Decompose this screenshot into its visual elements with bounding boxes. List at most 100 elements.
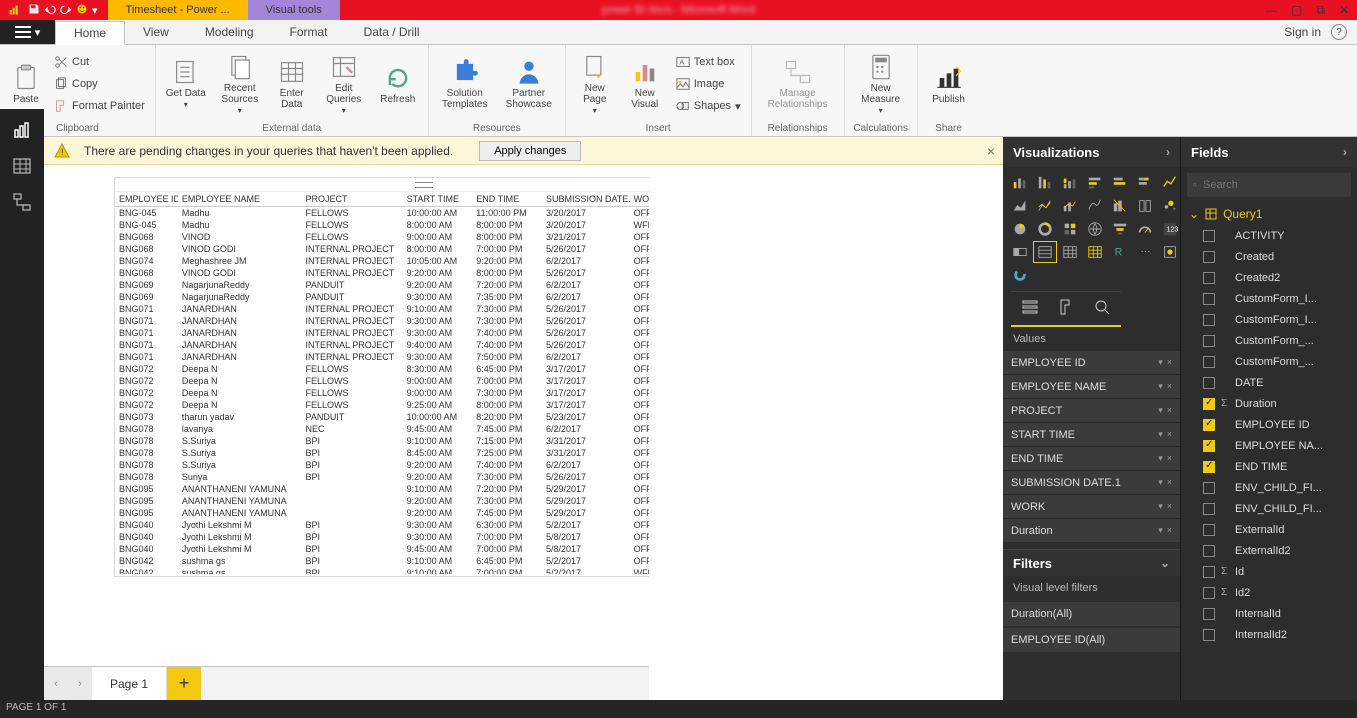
new-visual-button[interactable]: New Visual <box>622 49 668 119</box>
field-item[interactable]: END TIME <box>1181 456 1357 477</box>
viz-type-icon[interactable] <box>1109 173 1131 193</box>
viz-type-icon[interactable]: 123 <box>1159 219 1181 239</box>
contextual-tab-visual-tools[interactable]: Visual tools <box>248 0 340 20</box>
table-row[interactable]: BNG040Jyothi Lekshmi MBPI9:30:00 AM7:00:… <box>115 531 649 543</box>
table-row[interactable]: BNG071JANARDHANINTERNAL PROJECT9:30:00 A… <box>115 351 649 363</box>
query-header[interactable]: ⌄Query1 <box>1181 203 1357 225</box>
checkbox[interactable] <box>1203 419 1215 431</box>
table-row[interactable]: BNG072Deepa NFELLOWS8:30:00 AM6:45:00 PM… <box>115 363 649 375</box>
filters-header[interactable]: Filters⌄ <box>1003 550 1180 576</box>
save-icon[interactable] <box>28 3 40 18</box>
field-item[interactable]: InternalId2 <box>1181 624 1357 645</box>
column-header[interactable]: EMPLOYEE NAME <box>178 192 302 207</box>
field-item[interactable]: CustomForm_I... <box>1181 288 1357 309</box>
page-tab-1[interactable]: Page 1 <box>92 667 167 700</box>
table-row[interactable]: BNG078lavanyaNEC9:45:00 AM7:45:00 PM6/2/… <box>115 423 649 435</box>
field-item[interactable]: EMPLOYEE NA... <box>1181 435 1357 456</box>
fields-tab-icon[interactable] <box>1021 298 1039 319</box>
publish-button[interactable]: Publish <box>924 49 974 119</box>
checkbox[interactable] <box>1203 482 1215 494</box>
column-header[interactable]: START TIME <box>403 192 473 207</box>
chevron-down-icon[interactable]: ▾ <box>1158 357 1163 368</box>
help-icon[interactable]: ? <box>1331 24 1347 40</box>
image-button[interactable]: Image <box>672 74 745 94</box>
viz-type-icon[interactable] <box>1109 196 1131 216</box>
fields-header[interactable]: Fields› <box>1181 137 1357 167</box>
chevron-down-icon[interactable]: ▾ <box>1158 453 1163 464</box>
field-item[interactable]: ACTIVITY <box>1181 225 1357 246</box>
field-item[interactable]: CustomForm_... <box>1181 351 1357 372</box>
checkbox[interactable] <box>1203 335 1215 347</box>
add-page-button[interactable]: + <box>167 667 201 701</box>
checkbox[interactable] <box>1203 587 1215 599</box>
smiley-icon[interactable] <box>76 3 88 18</box>
checkbox[interactable] <box>1203 524 1215 536</box>
search-input[interactable] <box>1203 179 1345 191</box>
remove-icon[interactable]: × <box>1167 429 1172 440</box>
column-header[interactable]: EMPLOYEE ID <box>115 192 178 207</box>
remove-icon[interactable]: × <box>1167 525 1172 536</box>
field-item[interactable]: DATE <box>1181 372 1357 393</box>
viz-type-icon[interactable] <box>1034 196 1056 216</box>
viz-type-icon[interactable]: R <box>1109 242 1131 262</box>
page-next-button[interactable]: › <box>68 667 92 701</box>
viz-type-icon[interactable] <box>1134 196 1156 216</box>
apply-changes-button[interactable]: Apply changes <box>479 141 581 161</box>
table-row[interactable]: BNG068VINOD GODIINTERNAL PROJECT9:20:00 … <box>115 267 649 279</box>
checkbox[interactable] <box>1203 398 1215 410</box>
enter-data-button[interactable]: Enter Data <box>270 49 314 119</box>
report-canvas[interactable]: ⛶ ⋯ EMPLOYEE IDEMPLOYEE NAMEPROJECTSTART… <box>74 173 619 650</box>
table-row[interactable]: BNG068VINODFELLOWS9:00:00 AM8:00:00 PM3/… <box>115 231 649 243</box>
copy-button[interactable]: Copy <box>50 74 149 94</box>
field-item[interactable]: ExternalId2 <box>1181 540 1357 561</box>
edit-queries-button[interactable]: Edit Queries▾ <box>318 49 370 119</box>
field-well[interactable]: EMPLOYEE ID▾× <box>1003 351 1180 375</box>
format-tab-icon[interactable] <box>1057 298 1075 319</box>
viz-type-icon[interactable] <box>1159 173 1181 193</box>
checkbox[interactable] <box>1203 503 1215 515</box>
viz-type-icon[interactable] <box>1009 265 1031 285</box>
fields-search[interactable] <box>1187 173 1351 197</box>
partner-showcase-button[interactable]: Partner Showcase <box>499 49 559 119</box>
checkbox[interactable] <box>1203 230 1215 242</box>
viz-type-icon[interactable] <box>1034 242 1056 262</box>
viz-type-icon[interactable] <box>1084 173 1106 193</box>
tab-data-drill[interactable]: Data / Drill <box>346 20 438 44</box>
checkbox[interactable] <box>1203 608 1215 620</box>
viz-type-icon[interactable] <box>1134 219 1156 239</box>
viz-type-icon[interactable] <box>1059 173 1081 193</box>
table-row[interactable]: BNG040Jyothi Lekshmi MBPI9:45:00 AM7:00:… <box>115 543 649 555</box>
table-row[interactable]: BNG-045MadhuFELLOWS8:00:00 AM8:00:00 PM3… <box>115 219 649 231</box>
viz-type-icon[interactable] <box>1084 196 1106 216</box>
field-well[interactable]: START TIME▾× <box>1003 423 1180 447</box>
cut-button[interactable]: Cut <box>50 52 149 72</box>
checkbox[interactable] <box>1203 377 1215 389</box>
text-box-button[interactable]: AText box <box>672 52 745 72</box>
viz-type-icon[interactable] <box>1084 219 1106 239</box>
table-row[interactable]: BNG073tharun yadavPANDUIT10:00:00 AM8:20… <box>115 411 649 423</box>
table-row[interactable]: BNG-045MadhuFELLOWS10:00:00 AM11:00:00 P… <box>115 207 649 220</box>
table-row[interactable]: BNG078S.SuriyaBPI9:20:00 AM7:40:00 PM6/2… <box>115 459 649 471</box>
remove-icon[interactable]: × <box>1167 477 1172 488</box>
field-item[interactable]: EMPLOYEE ID <box>1181 414 1357 435</box>
undo-icon[interactable] <box>44 3 56 18</box>
checkbox[interactable] <box>1203 314 1215 326</box>
field-item[interactable]: ΣId2 <box>1181 582 1357 603</box>
table-row[interactable]: BNG072Deepa NFELLOWS9:00:00 AM7:00:00 PM… <box>115 375 649 387</box>
field-well[interactable]: PROJECT▾× <box>1003 399 1180 423</box>
table-row[interactable]: BNG078SuriyaBPI9:20:00 AM7:30:00 PM5/26/… <box>115 471 649 483</box>
table-row[interactable]: BNG095ANANTHANENI YAMUNA9:20:00 AM7:45:0… <box>115 507 649 519</box>
shapes-button[interactable]: Shapes ▾ <box>672 96 745 116</box>
table-row[interactable]: BNG078S.SuriyaBPI8:45:00 AM7:25:00 PM3/3… <box>115 447 649 459</box>
checkbox[interactable] <box>1203 545 1215 557</box>
remove-icon[interactable]: × <box>1167 453 1172 464</box>
field-item[interactable]: ExternalId <box>1181 519 1357 540</box>
analytics-tab-icon[interactable] <box>1093 298 1111 319</box>
tab-view[interactable]: View <box>125 20 187 44</box>
viz-type-icon[interactable] <box>1059 219 1081 239</box>
table-row[interactable]: BNG072Deepa NFELLOWS9:25:00 AM8:00:00 PM… <box>115 399 649 411</box>
remove-icon[interactable]: × <box>1167 381 1172 392</box>
refresh-button[interactable]: Refresh <box>374 49 422 119</box>
remove-icon[interactable]: × <box>1167 357 1172 368</box>
checkbox[interactable] <box>1203 251 1215 263</box>
